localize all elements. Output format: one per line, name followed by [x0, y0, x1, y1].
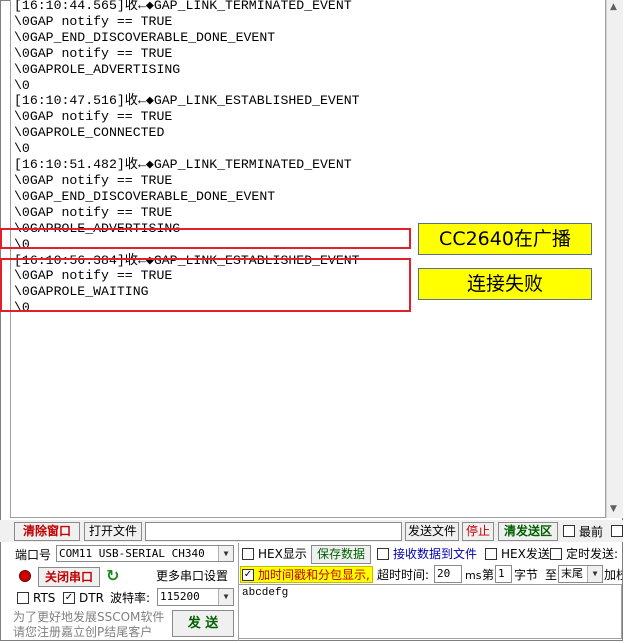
dtr-label: DTR	[79, 591, 104, 605]
recv-to-file-label: 接收数据到文件	[393, 547, 478, 561]
log-line: [16:10:44.565]收←◆GAP_LINK_TERMINATED_EVE…	[14, 0, 352, 13]
add-check-label: 加校	[604, 568, 622, 582]
highlight-advertising	[0, 228, 411, 249]
clear-window-button[interactable]: 清除窗口	[14, 522, 80, 541]
send-input[interactable]: abcdefg	[238, 584, 622, 639]
log-line: \0GAP notify == TRUE	[14, 45, 173, 61]
byte-suffix: 字节	[514, 568, 539, 582]
frontmost-label: 最前	[579, 525, 604, 539]
frontmost-checkbox[interactable]	[563, 525, 575, 537]
file-path-input[interactable]	[145, 522, 402, 541]
log-line: \0GAP notify == TRUE	[14, 109, 173, 125]
chevron-down-icon: ▼	[218, 546, 233, 561]
baud-label: 波特率:	[110, 591, 151, 605]
byte-index-input[interactable]: 1	[495, 565, 512, 583]
log-scrollbar[interactable]: ▲ ▼	[606, 0, 623, 518]
save-data-button[interactable]: 保存数据	[311, 545, 371, 564]
to-label: 至	[545, 568, 558, 582]
promo-line-1: 为了更好地发展SSCOM软件	[13, 610, 165, 624]
partial-checkbox[interactable]	[611, 525, 623, 537]
open-file-button[interactable]: 打开文件	[84, 522, 142, 541]
stop-button[interactable]: 停止	[462, 522, 494, 541]
recv-to-file-checkbox[interactable]	[377, 548, 389, 560]
timed-send-label: 定时发送:	[566, 547, 619, 561]
baud-select[interactable]: 115200 ▼	[157, 588, 234, 606]
timestamp-label: 加时间戳和分包显示,	[258, 568, 370, 582]
hex-display-checkbox[interactable]	[242, 548, 254, 560]
port-select-value: COM11 USB-SERIAL CH340	[59, 547, 205, 560]
rts-checkbox[interactable]	[17, 592, 29, 604]
baud-select-value: 115200	[160, 590, 200, 603]
end-select[interactable]: 末尾 ▼	[558, 565, 603, 583]
end-select-value: 末尾	[561, 567, 583, 580]
send-file-button[interactable]: 发送文件	[405, 522, 459, 541]
highlight-failure	[0, 258, 411, 312]
end-chevron-icon: ▼	[587, 566, 602, 582]
more-settings-link[interactable]: 更多串口设置	[156, 569, 228, 583]
port-status-icon	[19, 570, 31, 582]
hex-send-checkbox[interactable]	[485, 548, 497, 560]
timestamp-checkbox[interactable]: ✓	[242, 569, 254, 581]
timed-send-checkbox[interactable]	[550, 548, 562, 560]
log-line: \0	[14, 77, 30, 93]
byte-prefix: 第	[482, 568, 495, 582]
hex-display-label: HEX显示	[258, 547, 307, 561]
timeout-unit: ms	[465, 569, 482, 582]
log-line: \0GAP notify == TRUE	[14, 204, 173, 220]
timeout-label: 超时时间:	[377, 568, 430, 582]
log-line: \0GAP notify == TRUE	[14, 172, 173, 188]
failure-note: 连接失败	[418, 268, 592, 300]
log-line: [16:10:47.516]收←◆GAP_LINK_ESTABLISHED_EV…	[14, 93, 360, 109]
log-line: \0GAPROLE_CONNECTED	[14, 125, 165, 141]
port-label: 端口号	[15, 548, 52, 562]
log-line: \0GAP_END_DISCOVERABLE_DONE_EVENT	[14, 188, 276, 204]
advertising-note: CC2640在广播	[418, 223, 592, 255]
timeout-input[interactable]: 20	[434, 565, 462, 583]
log-line: \0GAPROLE_ADVERTISING	[14, 61, 181, 77]
dtr-checkbox[interactable]: ✓	[63, 592, 75, 604]
log-line: \0	[14, 141, 30, 157]
port-select[interactable]: COM11 USB-SERIAL CH340 ▼	[56, 545, 234, 562]
scroll-down-icon[interactable]: ▼	[610, 504, 617, 514]
refresh-icon[interactable]: ↻	[106, 566, 119, 585]
send-button[interactable]: 发 送	[172, 610, 234, 637]
log-line: [16:10:51.482]收←◆GAP_LINK_TERMINATED_EVE…	[14, 157, 352, 173]
baud-chevron-icon: ▼	[218, 589, 233, 605]
clear-send-button[interactable]: 清发送区	[498, 522, 558, 541]
scroll-up-icon[interactable]: ▲	[610, 2, 617, 12]
rts-label: RTS	[33, 591, 56, 605]
close-port-button[interactable]: 关闭串口	[38, 567, 100, 587]
promo-line-2: 请您注册嘉立创P结尾客户	[13, 625, 153, 639]
hex-send-label: HEX发送	[501, 547, 550, 561]
log-line: \0GAP notify == TRUE	[14, 13, 173, 29]
log-line: \0GAP_END_DISCOVERABLE_DONE_EVENT	[14, 29, 276, 45]
